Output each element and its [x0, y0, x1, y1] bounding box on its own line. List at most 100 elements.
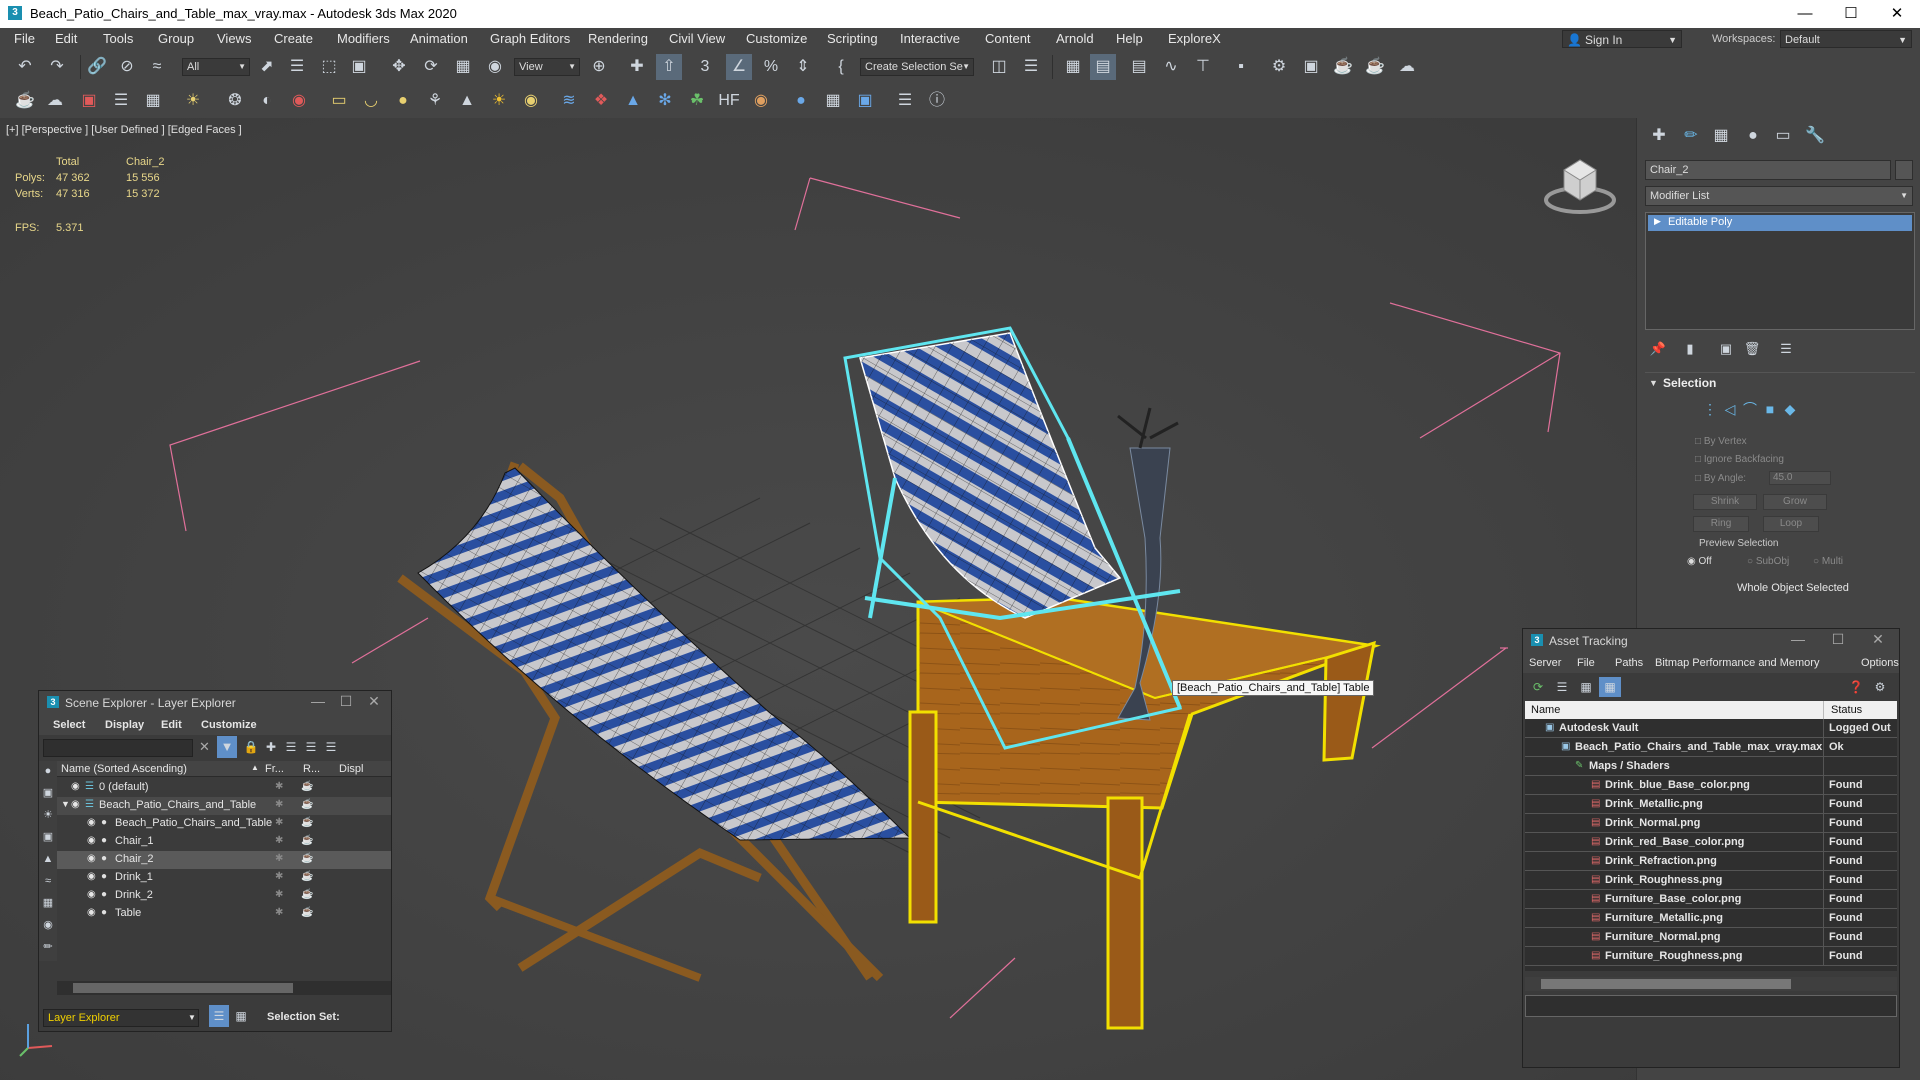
light-lister-icon[interactable]: ☀ [180, 88, 206, 114]
by-vertex-checkbox[interactable]: □ By Vertex [1695, 436, 1747, 447]
menu-views[interactable]: Views [217, 31, 251, 46]
link-icon[interactable]: 🔗 [84, 54, 110, 80]
layer-row[interactable]: ◉ ● Chair_2 ✱ ☕ [57, 851, 391, 869]
explorer-type-dropdown[interactable]: Layer Explorer ▼ [43, 1009, 199, 1027]
render-in-cloud-icon[interactable]: ☁ [1394, 54, 1420, 80]
menu-tools[interactable]: Tools [103, 31, 133, 46]
edit-named-selection-icon[interactable]: { [828, 54, 854, 80]
pin-stack-icon[interactable]: 📌 [1645, 336, 1671, 362]
layer-row[interactable]: ▼ ◉ ☰ Beach_Patio_Chairs_and_Table ✱ ☕ [57, 797, 391, 815]
renderable-icon[interactable]: ☕ [301, 889, 313, 900]
display-helpers-icon[interactable]: ▲ [39, 849, 57, 869]
lock-icon[interactable]: 🔒 [241, 736, 261, 758]
shrink-button[interactable]: Shrink [1693, 494, 1757, 510]
hierarchy-icon[interactable]: ☰ [301, 736, 321, 758]
pivot-center-icon[interactable]: ⊕ [586, 54, 612, 80]
mesh-light-icon[interactable]: ⚘ [422, 88, 448, 114]
display-lights-icon[interactable]: ☀ [39, 805, 57, 825]
dome-icon[interactable]: ◡ [358, 88, 384, 114]
visibility-eye-icon[interactable]: ◉ [87, 907, 96, 918]
sphere-light-icon[interactable]: ● [390, 88, 416, 114]
menu-customize[interactable]: Customize [746, 31, 807, 46]
asset-row[interactable]: ▣ Autodesk Vault Logged Out [1525, 719, 1897, 738]
remove-modifier-icon[interactable]: 🗑 [1739, 336, 1765, 362]
show-end-result-icon[interactable]: ▮ [1677, 336, 1703, 362]
sign-in-dropdown[interactable]: 👤 Sign In ▼ [1562, 30, 1682, 48]
ribbon-icon[interactable]: ▤ [1126, 54, 1152, 80]
menu-display[interactable]: Display [105, 719, 144, 731]
expand-arrow-icon[interactable]: ▶ [1654, 216, 1661, 227]
asset-row[interactable]: ▤ Drink_Metallic.png Found [1525, 795, 1897, 814]
freeze-icon[interactable]: ✱ [275, 799, 283, 810]
scene-explorer-titlebar[interactable]: 3 Scene Explorer - Layer Explorer — ☐ ✕ [39, 691, 391, 715]
maximize-button[interactable]: ☐ [331, 693, 361, 710]
menu-help[interactable]: Help [1116, 31, 1143, 46]
ring-button[interactable]: Ring [1693, 516, 1749, 532]
select-manipulate-icon[interactable]: ✚ [624, 54, 650, 80]
menu-rendering[interactable]: Rendering [588, 31, 648, 46]
asset-row[interactable]: ▤ Furniture_Normal.png Found [1525, 928, 1897, 947]
asset-row[interactable]: ▤ Furniture_Metallic.png Found [1525, 909, 1897, 928]
layer-mode-icon[interactable]: ☰ [209, 1005, 229, 1027]
freeze-icon[interactable]: ✱ [275, 889, 283, 900]
viewcube[interactable] [1540, 150, 1620, 220]
expand-arrow-icon[interactable]: ▼ [61, 799, 70, 809]
render-iterative-icon[interactable]: ☕ [1362, 54, 1388, 80]
ignore-backfacing-checkbox[interactable]: □ Ignore Backfacing [1695, 454, 1784, 465]
sun-icon[interactable]: ☀ [486, 88, 512, 114]
renderable-icon[interactable]: ☕ [301, 907, 313, 918]
display-shapes-icon[interactable]: ▣ [39, 783, 57, 803]
minimize-button[interactable]: — [1782, 0, 1828, 28]
freeze-icon[interactable]: ✱ [275, 817, 283, 828]
percent-snap-icon[interactable]: % [758, 54, 784, 80]
preview-off-radio[interactable]: ◉ Off [1687, 556, 1712, 567]
menu-create[interactable]: Create [274, 31, 313, 46]
visibility-eye-icon[interactable]: ◉ [87, 835, 96, 846]
layer-row[interactable]: ◉ ● Chair_1 ✱ ☕ [57, 833, 391, 851]
asset-row[interactable]: ▤ Drink_Normal.png Found [1525, 814, 1897, 833]
renderable-icon[interactable]: ☕ [301, 835, 313, 846]
visibility-eye-icon[interactable]: ◉ [71, 799, 80, 810]
reference-coordinate-dropdown[interactable]: View ▼ [514, 58, 580, 76]
menu-civil-view[interactable]: Civil View [669, 31, 725, 46]
renderable-icon[interactable]: ☕ [301, 817, 313, 828]
render-frame-icon[interactable]: ▣ [76, 88, 102, 114]
menu-edit[interactable]: Edit [55, 31, 77, 46]
settings-icon[interactable]: ⚙ [1869, 677, 1891, 697]
menu-content[interactable]: Content [985, 31, 1031, 46]
utilities-tab-icon[interactable]: 🔧 [1803, 124, 1827, 148]
scrollbar-thumb[interactable] [1541, 979, 1791, 989]
rectangular-selection-icon[interactable]: ⬚ [316, 54, 342, 80]
snaps-toggle-icon[interactable]: 3 [692, 54, 718, 80]
undo-icon[interactable]: ↶ [12, 54, 38, 80]
unlink-icon[interactable]: ⊘ [114, 54, 140, 80]
minimize-button[interactable]: — [1783, 631, 1813, 647]
col-frozen-header[interactable]: Fr... [265, 763, 284, 775]
hierarchy-mode-icon[interactable]: ▦ [231, 1005, 251, 1027]
menu-bitmap-performance[interactable]: Bitmap Performance and Memory [1655, 657, 1819, 669]
horizontal-scrollbar[interactable] [1525, 977, 1897, 991]
vfb-icon[interactable]: ▣ [852, 88, 878, 114]
add-layer-icon[interactable]: ✚ [261, 736, 281, 758]
vray-icon[interactable]: ◉ [286, 88, 312, 114]
converter-icon[interactable]: ▦ [820, 88, 846, 114]
create-tab-icon[interactable]: ✚ [1647, 124, 1671, 148]
asset-tracking-titlebar[interactable]: 3 Asset Tracking — ☐ ✕ [1523, 629, 1899, 653]
object-name-field[interactable]: Chair_2 [1645, 160, 1891, 180]
redo-icon[interactable]: ↷ [44, 54, 70, 80]
freeze-icon[interactable]: ✱ [275, 907, 283, 918]
layers-icon[interactable]: ☰ [281, 736, 301, 758]
mirror-icon[interactable]: ◫ [986, 54, 1012, 80]
preview-subobj-radio[interactable]: ○ SubObj [1747, 556, 1789, 567]
col-status-header[interactable]: Status [1831, 704, 1862, 716]
minimize-button[interactable]: — [303, 693, 333, 709]
asset-row[interactable]: ▤ Drink_red_Base_color.png Found [1525, 833, 1897, 852]
asset-row[interactable]: ▣ Beach_Patio_Chairs_and_Table_max_vray.m… [1525, 738, 1897, 757]
ball-icon[interactable]: ◉ [748, 88, 774, 114]
visibility-eye-icon[interactable]: ◉ [87, 871, 96, 882]
detail-view-icon[interactable]: ▦ [1575, 677, 1597, 697]
object-color-swatch[interactable] [1895, 160, 1913, 180]
curve-editor-icon[interactable]: ∿ [1158, 54, 1184, 80]
freeze-icon[interactable]: ✱ [275, 871, 283, 882]
schematic-view-icon[interactable]: ⊤ [1190, 54, 1216, 80]
